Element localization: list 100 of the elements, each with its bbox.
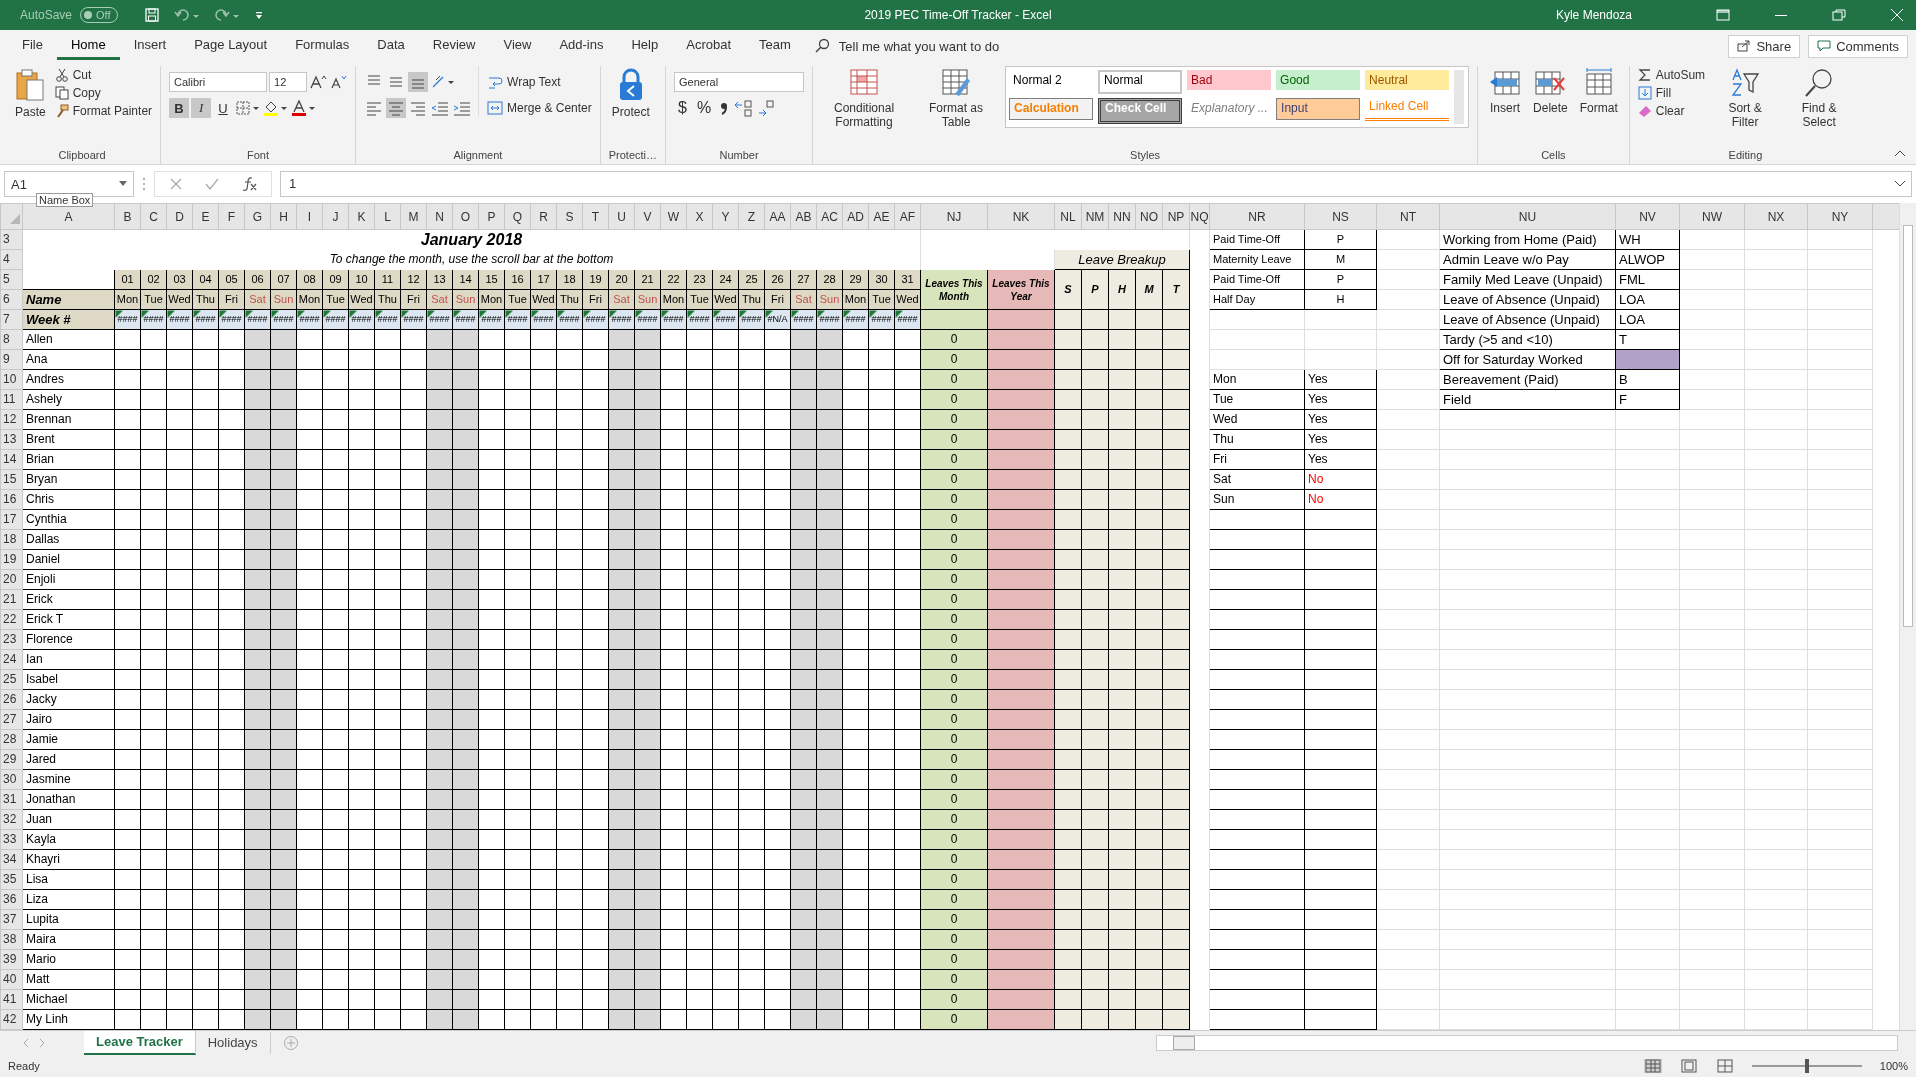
row-header[interactable]: 25 <box>0 669 23 690</box>
row-header[interactable]: 35 <box>0 869 23 890</box>
column-header[interactable]: L <box>374 203 401 230</box>
column-header[interactable]: P <box>478 203 505 230</box>
font-size-dropdown[interactable]: 12 <box>269 72 308 92</box>
row-header[interactable]: 30 <box>0 769 23 790</box>
row-header[interactable]: 15 <box>0 469 23 490</box>
row-header[interactable]: 36 <box>0 889 23 910</box>
fill-button[interactable]: Fill <box>1637 86 1706 100</box>
comments-button[interactable]: Comments <box>1808 34 1908 58</box>
cell-style-option[interactable]: Explanatory ... <box>1187 98 1272 118</box>
row-header[interactable]: 4 <box>0 249 23 270</box>
cell-style-option[interactable]: Good <box>1276 70 1361 90</box>
column-header[interactable]: T <box>582 203 609 230</box>
column-header[interactable]: NT <box>1376 203 1440 230</box>
cancel-icon[interactable] <box>169 177 183 191</box>
vertical-scrollbar[interactable] <box>1899 203 1916 1030</box>
ribbon-tab[interactable]: Help <box>617 32 673 60</box>
wrap-text-button[interactable]: Wrap Text <box>487 74 592 90</box>
column-header[interactable]: AD <box>842 203 869 230</box>
merge-center-button[interactable]: Merge & Center <box>487 100 592 116</box>
column-header[interactable]: NO <box>1135 203 1163 230</box>
row-header[interactable]: 8 <box>0 329 23 350</box>
row-header[interactable]: 10 <box>0 369 23 390</box>
column-header[interactable]: U <box>608 203 635 230</box>
column-header[interactable]: K <box>348 203 375 230</box>
column-header[interactable]: NW <box>1679 203 1745 230</box>
column-header[interactable]: B <box>114 203 141 230</box>
column-header[interactable]: V <box>634 203 661 230</box>
column-header[interactable]: NL <box>1054 203 1082 230</box>
cell-style-option[interactable]: Bad <box>1187 70 1272 90</box>
column-header[interactable]: NK <box>987 203 1055 230</box>
column-header[interactable]: NM <box>1081 203 1109 230</box>
column-header[interactable]: Z <box>738 203 765 230</box>
column-header[interactable]: A <box>22 203 115 230</box>
currency-button[interactable]: $ <box>674 99 691 117</box>
column-header[interactable]: NS <box>1304 203 1377 230</box>
format-as-table-button[interactable]: Format as Table <box>913 66 1000 131</box>
close-icon[interactable] <box>1890 9 1904 21</box>
row-header[interactable]: 32 <box>0 809 23 830</box>
column-header[interactable]: J <box>322 203 349 230</box>
column-header[interactable]: C <box>140 203 167 230</box>
column-header[interactable]: F <box>218 203 245 230</box>
row-header[interactable]: 3 <box>0 229 23 250</box>
cell-style-option[interactable]: Normal 2 <box>1009 70 1094 90</box>
column-header[interactable]: N <box>426 203 453 230</box>
number-format-dropdown[interactable]: General <box>674 72 805 92</box>
row-header[interactable]: 42 <box>0 1009 23 1030</box>
protect-button[interactable]: Protect <box>608 66 653 121</box>
row-header[interactable]: 29 <box>0 749 23 770</box>
row-header[interactable]: 24 <box>0 649 23 670</box>
row-header[interactable]: 7 <box>0 309 23 330</box>
copy-button[interactable]: Copy <box>54 86 153 100</box>
column-header[interactable]: S <box>556 203 583 230</box>
row-header[interactable]: 26 <box>0 689 23 710</box>
row-header[interactable]: 22 <box>0 609 23 630</box>
row-header[interactable]: 28 <box>0 729 23 750</box>
enter-icon[interactable] <box>205 177 219 191</box>
row-header[interactable]: 6 <box>0 289 23 310</box>
row-header[interactable]: 21 <box>0 589 23 610</box>
page-break-icon[interactable] <box>1715 1059 1734 1073</box>
horizontal-align-icon[interactable] <box>386 98 407 118</box>
font-color-icon[interactable] <box>291 100 318 116</box>
italic-button[interactable]: I <box>191 98 212 118</box>
formula-field[interactable]: 1 <box>280 171 1912 197</box>
percent-button[interactable]: % <box>692 99 716 117</box>
row-header[interactable]: 33 <box>0 829 23 850</box>
ribbon-tab[interactable]: Home <box>56 32 120 60</box>
clear-button[interactable]: Clear <box>1637 104 1706 118</box>
row-header[interactable]: 12 <box>0 409 23 430</box>
ribbon-tab[interactable]: Insert <box>119 32 181 60</box>
ribbon-tab[interactable]: Add-ins <box>545 32 618 60</box>
cut-button[interactable]: Cut <box>54 68 153 82</box>
cell-style-option[interactable]: Neutral <box>1365 70 1450 90</box>
row-header[interactable]: 19 <box>0 549 23 570</box>
column-header[interactable]: AA <box>764 203 791 230</box>
column-header[interactable]: NR <box>1209 203 1305 230</box>
row-header[interactable]: 40 <box>0 969 23 990</box>
row-header[interactable]: 23 <box>0 629 23 650</box>
underline-button[interactable]: U <box>213 98 234 118</box>
ribbon-tab[interactable]: Formulas <box>281 32 364 60</box>
share-button[interactable]: Share <box>1728 34 1801 58</box>
save-icon[interactable] <box>143 7 160 23</box>
user-name[interactable]: Kyle Mendoza <box>1555 8 1632 22</box>
conditional-formatting-button[interactable]: Conditional Formatting <box>821 66 908 131</box>
redo-icon[interactable] <box>213 7 240 23</box>
zoom-slider[interactable] <box>1751 1059 1862 1073</box>
add-sheet-icon[interactable] <box>282 1035 299 1051</box>
column-header[interactable]: NX <box>1744 203 1808 230</box>
shrink-font-icon[interactable] <box>329 74 348 90</box>
column-header[interactable]: NJ <box>920 203 988 230</box>
row-header[interactable]: 17 <box>0 509 23 530</box>
row-header[interactable]: 16 <box>0 489 23 510</box>
autosum-button[interactable]: AutoSum <box>1637 68 1706 82</box>
undo-icon[interactable] <box>173 7 200 23</box>
column-header[interactable]: R <box>530 203 557 230</box>
column-header[interactable]: AF <box>894 203 921 230</box>
column-header[interactable]: NP <box>1162 203 1190 230</box>
ribbon-tab[interactable]: View <box>489 32 546 60</box>
drag-handle-icon[interactable] <box>142 177 146 191</box>
